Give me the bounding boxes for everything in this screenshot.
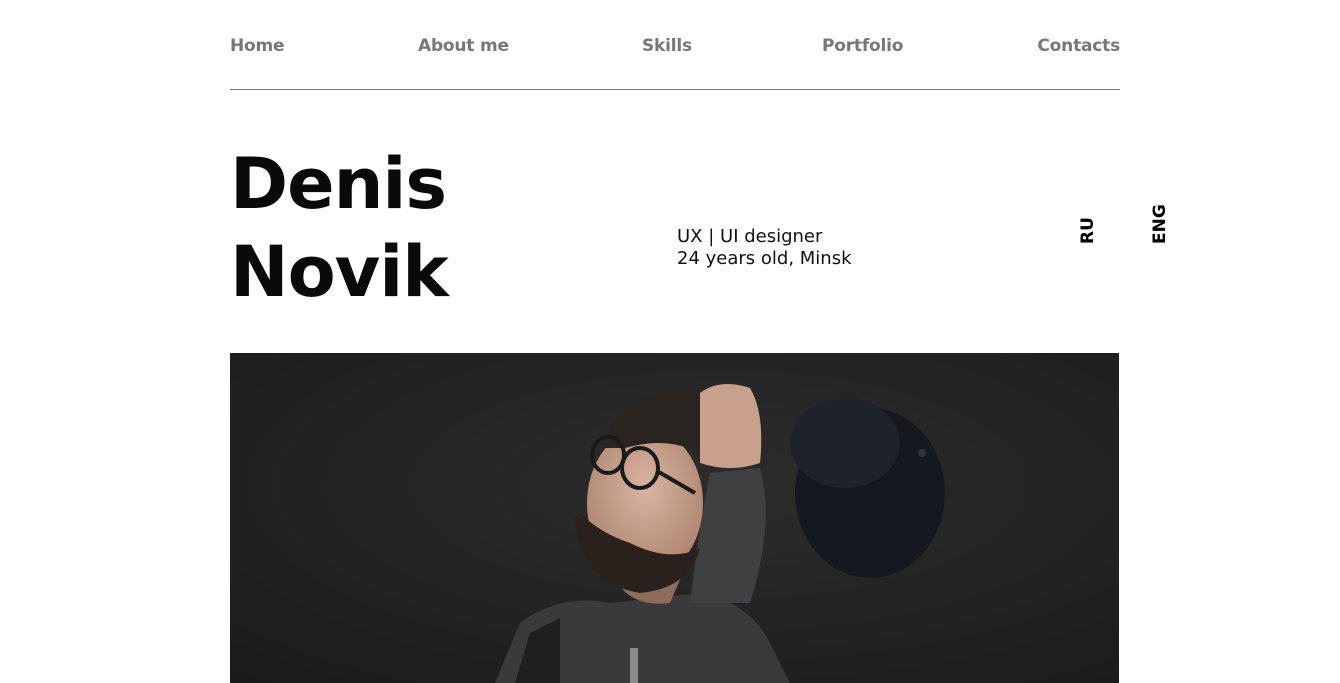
last-name: Novik — [230, 231, 449, 313]
nav-skills-link[interactable]: Skills — [642, 36, 692, 56]
profile-photo-illustration — [230, 353, 1119, 683]
role-text: UX | UI designer — [677, 226, 823, 247]
hero-name: Denis Novik — [230, 140, 449, 316]
nav-about-link[interactable]: About me — [418, 36, 509, 56]
nav-home-link[interactable]: Home — [230, 36, 285, 56]
details-text: 24 years old, Minsk — [677, 248, 852, 269]
nav-portfolio-link[interactable]: Portfolio — [822, 36, 903, 56]
lang-ru-button[interactable]: RU — [1078, 217, 1098, 244]
main-nav: Home About me Skills Portfolio Contacts — [230, 36, 1120, 60]
page: Home About me Skills Portfolio Contacts … — [0, 0, 1340, 683]
profile-photo — [230, 353, 1119, 683]
nav-divider — [230, 89, 1120, 90]
hero-info: UX | UI designer 24 years old, Minsk — [677, 226, 852, 270]
nav-contacts-link[interactable]: Contacts — [1037, 36, 1120, 56]
first-name: Denis — [230, 143, 447, 225]
lang-eng-button[interactable]: ENG — [1150, 204, 1170, 244]
